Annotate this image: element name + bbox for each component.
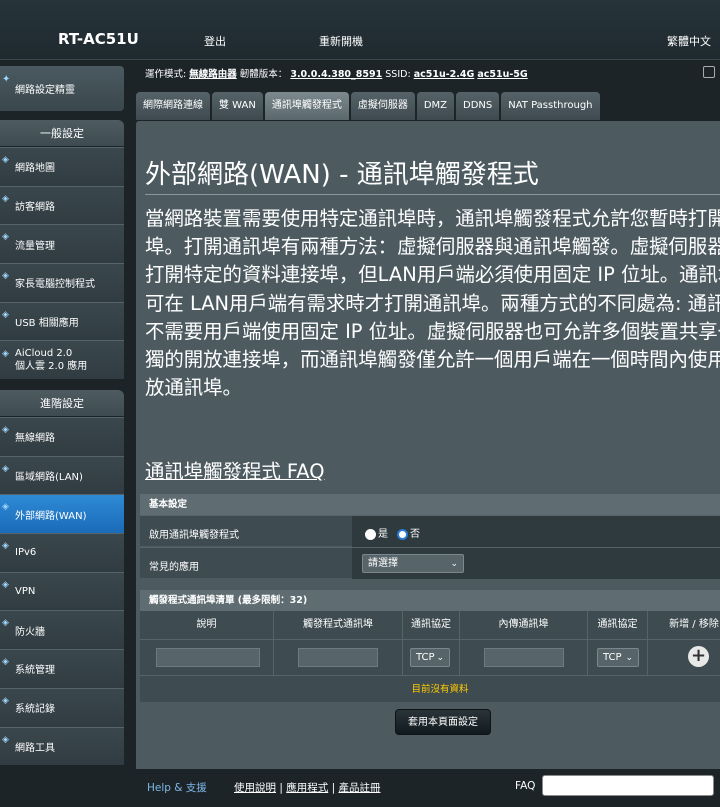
col-protocol-2: 通訊協定 — [588, 611, 648, 639]
sidebar-item-network-map[interactable]: ◈ 網路地圖 — [0, 147, 124, 186]
chevron-down-icon: ⌄ — [436, 653, 444, 663]
sidebar-item-aicloud[interactable]: ◈ AiCloud 2.0 個人雲 2.0 應用 — [0, 340, 124, 380]
ssid-24g-link[interactable]: ac51u-2.4G — [414, 69, 475, 80]
col-trigger-port: 觸發程式通訊埠 — [274, 611, 403, 639]
wan-icon: ◈ — [2, 502, 9, 513]
col-protocol-1: 通訊協定 — [403, 611, 460, 639]
title-divider — [145, 194, 720, 195]
log-icon: ◈ — [2, 695, 9, 706]
radio-yes[interactable]: 是 — [365, 525, 388, 540]
tab-nat-passthrough[interactable]: NAT Passthrough — [501, 92, 600, 120]
operation-mode-link[interactable]: 無線路由器 — [189, 69, 237, 80]
traffic-icon: ◈ — [2, 232, 9, 243]
usb-icon: ◈ — [2, 309, 9, 320]
sidebar: ✦ 網路設定精靈 一般設定 ◈ 網路地圖 ◈ 訪客網路 ◈ 流量管理 ◈ 家長電腦控制程… — [0, 62, 126, 772]
add-rule-icon[interactable]: + — [688, 646, 709, 667]
trigger-input-row: TCP ⌄ TCP ⌄ + — [140, 639, 720, 676]
sidebar-item-system-log[interactable]: ◈ 系統記錄 — [0, 687, 124, 727]
tab-port-trigger[interactable]: 通訊埠觸發程式 — [264, 92, 349, 120]
logout-button[interactable]: 登出 — [204, 33, 226, 49]
admin-icon: ◈ — [2, 657, 9, 668]
trigger-list-header: 觸發程式通訊埠清單 (最多限制：32) — [140, 590, 720, 611]
tab-virtual-server[interactable]: 虛擬伺服器 — [350, 92, 415, 120]
incoming-port-input[interactable] — [484, 648, 564, 667]
vpn-icon: ◈ — [2, 579, 9, 590]
basic-config-header: 基本設定 — [140, 494, 720, 515]
col-add-remove: 新增 / 移除 — [669, 619, 719, 630]
sidebar-item-network-tools[interactable]: ◈ 網路工具 — [0, 726, 124, 766]
language-select[interactable]: 繁體中文 — [667, 33, 711, 49]
col-description: 說明 — [140, 611, 274, 639]
tab-internet-connection[interactable]: 網際網路連線 — [136, 92, 210, 120]
trigger-list-table-header: 說明 觸發程式通訊埠 通訊協定 內傳通訊埠 通訊協定 新增 / 移除 — [140, 611, 720, 639]
faq-label: FAQ — [515, 780, 536, 792]
chevron-down-icon: ⌄ — [450, 559, 458, 569]
enable-port-trigger-row: 啟用通訊埠觸發程式 是 否 — [140, 515, 720, 547]
faq-link[interactable]: 通訊埠觸發程式 FAQ — [145, 455, 324, 484]
protocol-select-2[interactable]: TCP ⌄ — [597, 648, 639, 667]
status-info-bar: 運作模式: 無線路由器 韌體版本： 3.0.0.4.380_8591 SSID:… — [145, 69, 528, 80]
manual-link[interactable]: 使用說明 — [234, 782, 276, 794]
footer: Help & 支援 使用說明 | 應用程式 | 產品註冊 FAQ — [0, 770, 720, 807]
well-known-apps-select[interactable]: 請選擇 ⌄ — [362, 554, 464, 573]
tools-icon: ◈ — [2, 734, 9, 745]
sidebar-item-vpn[interactable]: ◈ VPN — [0, 571, 124, 611]
utility-link[interactable]: 應用程式 — [286, 782, 328, 794]
trigger-port-input[interactable] — [298, 648, 378, 667]
well-known-apps-row: 常見的應用 請選擇 ⌄ — [140, 547, 720, 579]
well-known-apps-label: 常見的應用 — [149, 562, 199, 573]
general-menu: ◈ 網路地圖 ◈ 訪客網路 ◈ 流量管理 ◈ 家長電腦控制程式 ◈ USB 相關應用 ◈ A… — [0, 147, 124, 380]
page-title: 外部網路(WAN) - 通訊埠觸發程式 — [145, 160, 539, 190]
ipv6-icon: ◈ — [2, 541, 9, 552]
parental-icon: ◈ — [2, 271, 9, 282]
enable-port-trigger-label: 啟用通訊埠觸發程式 — [149, 530, 239, 541]
sidebar-item-parental-control[interactable]: ◈ 家長電腦控制程式 — [0, 263, 124, 302]
sidebar-item-firewall[interactable]: ◈ 防火牆 — [0, 610, 124, 650]
apply-button[interactable]: 套用本頁面設定 — [395, 709, 491, 735]
firewall-icon: ◈ — [2, 618, 9, 629]
quick-setup-button[interactable]: ✦ 網路設定精靈 — [0, 66, 124, 111]
description-input[interactable] — [156, 648, 260, 667]
guest-icon: ◈ — [2, 193, 9, 204]
sidebar-item-wan[interactable]: ◈ 外部網路(WAN) — [0, 494, 124, 534]
sidebar-item-wireless[interactable]: ◈ 無線網路 — [0, 417, 124, 456]
faq-search-input[interactable] — [542, 775, 714, 796]
general-section-title: 一般設定 — [0, 120, 124, 146]
ssid-5g-link[interactable]: ac51u-5G — [477, 69, 527, 80]
advanced-menu: ◈ 無線網路 ◈ 區域網路(LAN) ◈ 外部網路(WAN) ◈ IPv6 ◈ VPN ◈… — [0, 417, 124, 766]
page-description: 當網路裝置需要使用特定通訊埠時，通訊埠觸發程式允許您暫時打開通訊埠。打開通訊埠有… — [145, 207, 720, 400]
map-icon: ◈ — [2, 155, 9, 165]
registration-link[interactable]: 產品註冊 — [338, 782, 380, 794]
advanced-section-title: 進階設定 — [0, 390, 124, 416]
model-name: RT-AC51U — [58, 30, 139, 48]
tab-dual-wan[interactable]: 雙 WAN — [212, 92, 263, 120]
quick-setup-label: 網路設定精靈 — [15, 85, 75, 96]
radio-no[interactable]: 否 — [397, 525, 420, 540]
col-incoming-port: 內傳通訊埠 — [460, 611, 588, 639]
help-support-label: Help & 支援 — [147, 782, 207, 794]
cloud-icon: ◈ — [2, 349, 9, 360]
wireless-icon: ◈ — [2, 425, 9, 435]
top-bar: RT-AC51U 登出 重新開機 繁體中文 — [0, 0, 720, 60]
reboot-button[interactable]: 重新開機 — [319, 33, 363, 49]
sidebar-item-lan[interactable]: ◈ 區域網路(LAN) — [0, 455, 124, 495]
wan-tabs: 網際網路連線 雙 WAN 通訊埠觸發程式 虛擬伺服器 DMZ DDNS NAT … — [136, 92, 602, 120]
firmware-version-link[interactable]: 3.0.0.4.380_8591 — [290, 69, 382, 80]
tab-dmz[interactable]: DMZ — [416, 92, 455, 120]
wand-icon: ✦ — [2, 74, 11, 85]
app-icon[interactable] — [703, 66, 715, 78]
sidebar-item-traffic-manager[interactable]: ◈ 流量管理 — [0, 224, 124, 264]
protocol-select-1[interactable]: TCP ⌄ — [410, 648, 450, 667]
main-content: 外部網路(WAN) - 通訊埠觸發程式 當網路裝置需要使用特定通訊埠時，通訊埠觸… — [136, 121, 720, 769]
no-data-message: 目前沒有資料 — [140, 675, 720, 702]
lan-icon: ◈ — [2, 463, 9, 474]
tab-ddns[interactable]: DDNS — [456, 92, 500, 120]
chevron-down-icon: ⌄ — [625, 653, 633, 663]
sidebar-item-administration[interactable]: ◈ 系統管理 — [0, 649, 124, 688]
sidebar-item-ipv6[interactable]: ◈ IPv6 — [0, 533, 124, 572]
sidebar-item-guest-network[interactable]: ◈ 訪客網路 — [0, 185, 124, 225]
footer-links: 使用說明 | 應用程式 | 產品註冊 — [234, 782, 381, 794]
sidebar-item-usb-application[interactable]: ◈ USB 相關應用 — [0, 301, 124, 341]
